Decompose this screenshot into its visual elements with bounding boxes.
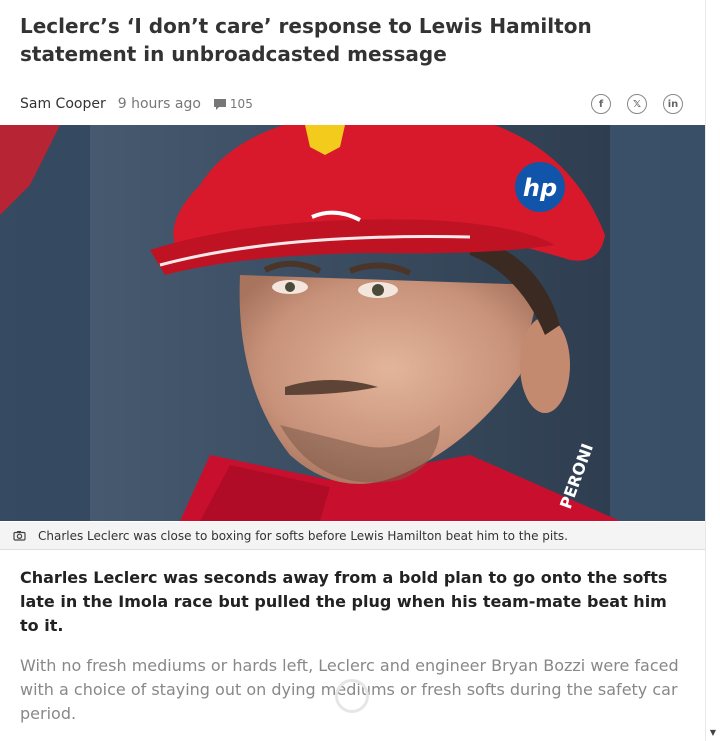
loading-spinner-icon xyxy=(335,679,369,713)
comment-icon xyxy=(213,98,226,110)
hero-illustration: hp PERONI xyxy=(0,125,705,521)
image-caption: Charles Leclerc was close to boxing for … xyxy=(38,528,568,543)
article-meta: Sam Cooper 9 hours ago 105 xyxy=(20,94,253,114)
scroll-divider xyxy=(705,0,706,741)
facebook-share-icon[interactable]: f xyxy=(591,94,611,114)
cap-hp-logo: hp xyxy=(523,174,557,202)
article-headline: Leclerc’s ‘I don’t care’ response to Lew… xyxy=(20,12,680,68)
publish-time: 9 hours ago xyxy=(117,96,201,112)
camera-icon xyxy=(13,531,26,541)
headline-line-2: statement in unbroadcasted message xyxy=(20,42,447,66)
headline-line-1: Leclerc’s ‘I don’t care’ response to Lew… xyxy=(20,14,592,38)
hero-image: hp PERONI xyxy=(0,125,705,521)
x-share-icon[interactable]: 𝕏 xyxy=(627,94,647,114)
linkedin-share-icon[interactable]: in xyxy=(663,94,683,114)
author-name[interactable]: Sam Cooper xyxy=(20,96,106,112)
comments-link[interactable]: 105 xyxy=(213,97,253,111)
comment-count: 105 xyxy=(229,97,253,111)
scroll-down-arrow-icon[interactable]: ▼ xyxy=(710,728,716,737)
image-caption-bar: Charles Leclerc was close to boxing for … xyxy=(0,522,705,550)
article-lede: Charles Leclerc was seconds away from a … xyxy=(20,568,668,635)
share-bar: f 𝕏 in xyxy=(591,94,683,114)
